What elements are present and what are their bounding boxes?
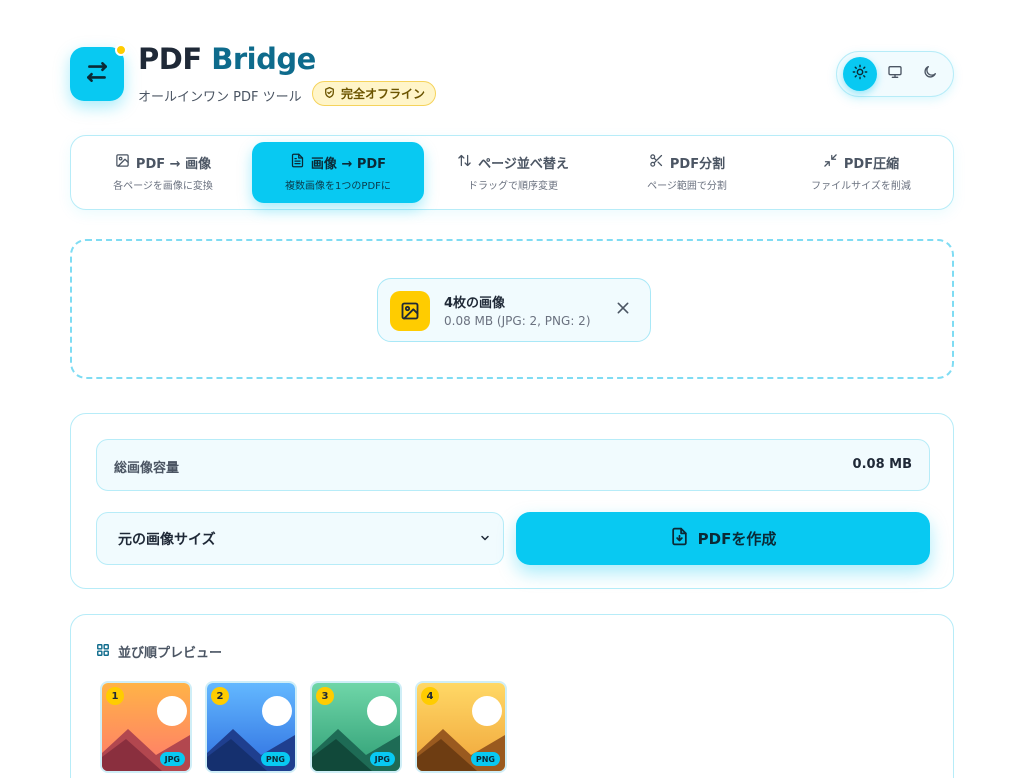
tab-description: 各ページを画像に変換 [113, 181, 213, 192]
close-icon [615, 300, 631, 320]
page-size-select[interactable]: 元の画像サイズ [96, 512, 504, 565]
thumbnail-order-number: 4 [421, 687, 439, 705]
monitor-icon [887, 64, 903, 84]
tab-label: 画像 → PDF [310, 157, 387, 172]
preview-title: 並び順プレビュー [118, 646, 223, 661]
thumbnail-order-number: 2 [211, 687, 229, 705]
tab-description: ファイルサイズを削減 [811, 181, 911, 192]
tab-label: PDF分割 [669, 157, 726, 172]
thumbnail-order-number: 3 [316, 687, 334, 705]
app-title-part1: PDF [138, 42, 202, 76]
tab-description: 複数画像を1つのPDFに [285, 181, 391, 192]
preview-thumbnail[interactable]: 3 JPG [310, 681, 402, 773]
image-icon [115, 153, 130, 172]
file-drop-zone[interactable]: 4枚の画像 0.08 MB (JPG: 2, PNG: 2) [70, 239, 954, 379]
app-title: PDF Bridge [138, 42, 316, 76]
app-title-part2: Bridge [211, 42, 316, 76]
chevron-down-icon [479, 529, 491, 548]
theme-system-button[interactable] [878, 57, 912, 91]
thumbnail-format-badge: JPG [369, 752, 395, 766]
tab-description: ページ範囲で分割 [647, 181, 727, 192]
create-pdf-button[interactable]: PDFを作成 [516, 512, 930, 565]
pdf-settings-card: 総画像容量 0.08 MB 元の画像サイズ PDFを作成 [70, 413, 954, 589]
tab-split-pdf[interactable]: PDF分割 ページ範囲で分割 [601, 142, 773, 203]
preview-thumbnail[interactable]: 2 PNG [205, 681, 297, 773]
tab-description: ドラッグで順序変更 [468, 181, 558, 192]
selected-files-meta: 0.08 MB (JPG: 2, PNG: 2) [444, 314, 591, 328]
tab-reorder-pages[interactable]: ページ並べ替え ドラッグで順序変更 [427, 142, 599, 203]
thumbnail-format-badge: PNG [260, 752, 290, 766]
clear-files-button[interactable] [612, 299, 634, 321]
page-size-select-value: 元の画像サイズ [118, 531, 216, 548]
total-size-label: 総画像容量 [114, 461, 180, 476]
theme-toggle [836, 51, 954, 97]
thumbnail-order-number: 1 [106, 687, 124, 705]
tab-pdf-to-image[interactable]: PDF → 画像 各ページを画像に変換 [77, 142, 249, 203]
selected-files-title: 4枚の画像 [444, 296, 506, 311]
tab-title: PDF分割 [649, 153, 725, 172]
order-preview-card: 並び順プレビュー 1 JPG 2 PNG 3 JPG 4 PNG [70, 614, 954, 778]
sun-icon [852, 64, 868, 84]
moon-icon [922, 64, 938, 84]
tab-label: PDF → 画像 [135, 157, 212, 172]
sort-arrows-icon [457, 153, 472, 172]
theme-light-button[interactable] [842, 57, 877, 91]
tab-label: ページ並べ替え [478, 157, 569, 172]
tab-title: ページ並べ替え [457, 153, 569, 172]
tab-title: PDF → 画像 [115, 153, 211, 172]
document-icon [290, 153, 305, 172]
tab-compress-pdf[interactable]: PDF圧縮 ファイルサイズを削減 [775, 142, 947, 203]
tab-title: 画像 → PDF [290, 153, 386, 172]
logo-dot [115, 44, 127, 56]
mode-tabs: PDF → 画像 各ページを画像に変換 画像 → PDF 複数画像を1つのPDF… [70, 135, 954, 210]
tab-image-to-pdf[interactable]: 画像 → PDF 複数画像を1つのPDFに [252, 142, 424, 203]
tab-label: PDF圧縮 [843, 157, 900, 172]
app-header: PDF Bridge オールインワン PDF ツール 完全オフライン [70, 42, 954, 108]
tab-title: PDF圧縮 [823, 153, 899, 172]
scissors-icon [649, 153, 664, 172]
shield-check-icon [323, 86, 336, 102]
total-size-value: 0.08 MB [852, 457, 912, 472]
offline-badge: 完全オフライン [312, 81, 437, 106]
arrows-swap-icon [84, 59, 110, 89]
file-download-icon [670, 527, 689, 550]
thumbnail-format-badge: PNG [470, 752, 500, 766]
theme-dark-button[interactable] [913, 57, 947, 91]
offline-badge-label: 完全オフライン [341, 87, 426, 101]
selected-files-card: 4枚の画像 0.08 MB (JPG: 2, PNG: 2) [377, 278, 651, 342]
preview-header: 並び順プレビュー [96, 642, 222, 661]
image-icon [390, 291, 430, 331]
preview-thumbnail[interactable]: 4 PNG [415, 681, 507, 773]
grid-icon [96, 643, 110, 661]
create-pdf-label: PDFを作成 [697, 530, 777, 548]
thumbnail-format-badge: JPG [159, 752, 185, 766]
compress-icon [823, 153, 838, 172]
total-size-row: 総画像容量 0.08 MB [96, 439, 930, 491]
preview-thumbnail[interactable]: 1 JPG [100, 681, 192, 773]
app-subtitle: オールインワン PDF ツール [138, 90, 302, 105]
app-logo [70, 44, 127, 101]
